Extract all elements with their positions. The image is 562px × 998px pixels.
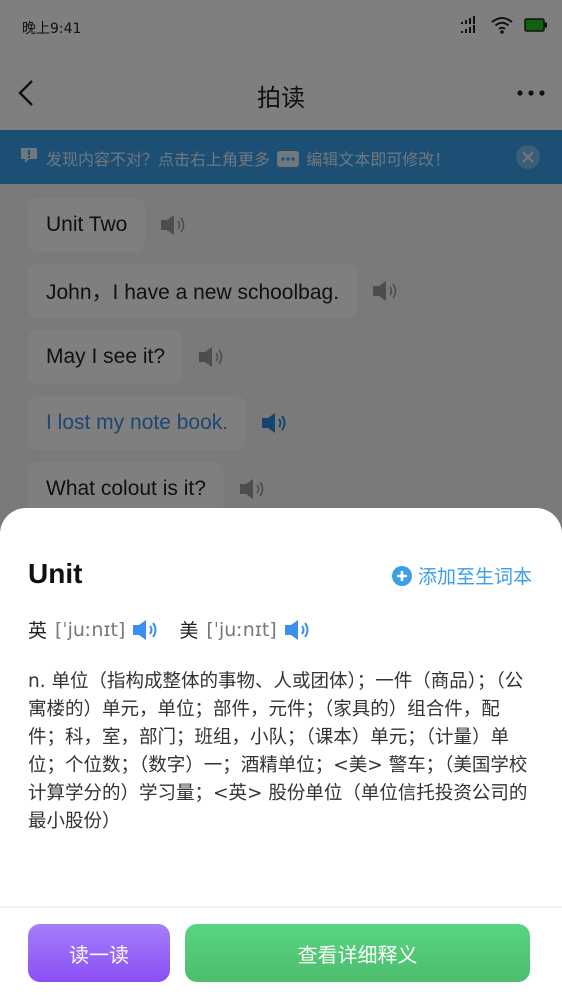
- pronunciation-row: 英 [ˈjuːnɪt] 美 [ˈjuːnɪt]: [28, 616, 331, 643]
- word-sheet: Unit 添加至生词本 英 [ˈjuːnɪt] 美 [ˈjuːnɪt] n. 单…: [0, 508, 562, 998]
- add-to-vocab-button[interactable]: 添加至生词本: [391, 562, 532, 589]
- plus-circle-icon: [391, 565, 412, 586]
- uk-label: 英: [28, 620, 48, 642]
- uk-ipa: [ˈjuːnɪt]: [55, 618, 126, 641]
- us-label: 美: [179, 620, 199, 642]
- divider: [0, 906, 562, 908]
- definition-text: n. 单位（指构成整体的事物、人或团体）；一件（商品）；（公寓楼的）单元，单位；…: [28, 671, 528, 832]
- read-aloud-button[interactable]: 读一读: [28, 924, 170, 982]
- add-to-vocab-label: 添加至生词本: [417, 566, 532, 588]
- us-ipa: [ˈjuːnɪt]: [206, 618, 277, 641]
- word-title: Unit: [28, 558, 83, 589]
- view-details-button[interactable]: 查看详细释义: [185, 924, 530, 982]
- speaker-icon[interactable]: [131, 618, 161, 642]
- speaker-icon[interactable]: [283, 618, 313, 642]
